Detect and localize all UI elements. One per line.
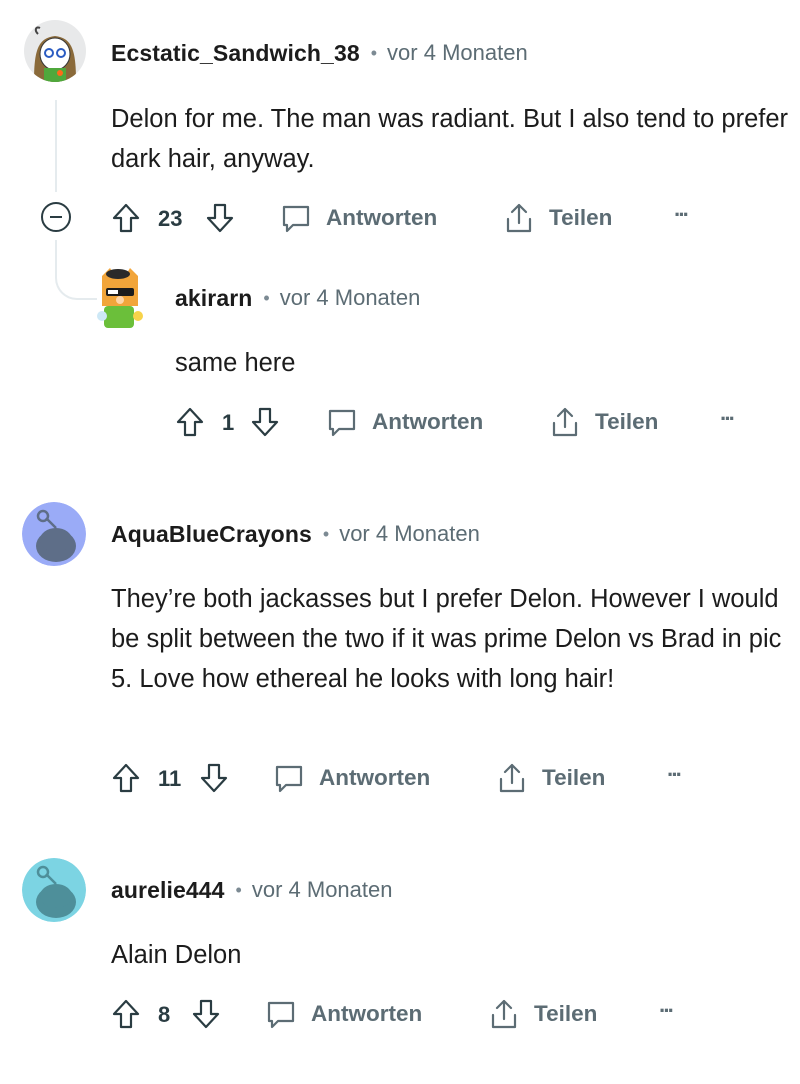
more-icon: ··· bbox=[659, 998, 675, 1023]
share-label: Teilen bbox=[542, 765, 606, 790]
upvote-button[interactable] bbox=[111, 762, 141, 794]
comment-text: They’re both jackasses but I prefer Delo… bbox=[111, 585, 782, 693]
vote-count: 1 bbox=[222, 410, 235, 435]
more-button[interactable]: ··· bbox=[720, 406, 736, 432]
downvote-icon bbox=[192, 999, 220, 1029]
reply-button[interactable]: Antworten bbox=[326, 406, 483, 438]
reply-label: Antworten bbox=[326, 205, 438, 230]
share-button[interactable]: Teilen bbox=[549, 405, 658, 439]
upvote-icon bbox=[112, 999, 140, 1029]
share-icon bbox=[552, 407, 578, 437]
timestamp[interactable]: vor 4 Monaten bbox=[280, 285, 421, 311]
more-button[interactable]: ··· bbox=[667, 762, 683, 788]
action-bar: 1 Antworten Teilen ··· bbox=[175, 402, 775, 442]
action-bar: 23 Antworten Teilen ··· bbox=[111, 198, 731, 238]
vote-count: 11 bbox=[158, 766, 182, 791]
comment-bubble-icon bbox=[275, 765, 303, 793]
timestamp[interactable]: vor 4 Monaten bbox=[387, 40, 528, 66]
comment-bubble-icon bbox=[328, 409, 356, 437]
more-icon: ··· bbox=[720, 406, 736, 431]
share-button[interactable]: Teilen bbox=[503, 201, 612, 235]
more-icon: ··· bbox=[667, 762, 683, 787]
username[interactable]: aurelie444 bbox=[111, 877, 225, 904]
username[interactable]: Ecstatic_Sandwich_38 bbox=[111, 40, 360, 67]
avatar[interactable] bbox=[24, 20, 86, 82]
more-icon: ··· bbox=[674, 202, 690, 227]
separator-dot: • bbox=[235, 879, 242, 900]
share-label: Teilen bbox=[595, 409, 659, 434]
reply-label: Antworten bbox=[319, 765, 431, 790]
reply-button[interactable]: Antworten bbox=[265, 998, 422, 1030]
thread-line bbox=[55, 100, 57, 192]
comment-text: same here bbox=[175, 349, 296, 377]
comment-bubble-icon bbox=[282, 205, 310, 233]
downvote-button[interactable] bbox=[199, 762, 229, 794]
reply-button[interactable]: Antworten bbox=[280, 202, 437, 234]
upvote-icon bbox=[112, 763, 140, 793]
upvote-button[interactable] bbox=[175, 406, 205, 438]
upvote-button[interactable] bbox=[111, 998, 141, 1030]
action-bar: 8 Antworten Teilen ··· bbox=[111, 994, 731, 1034]
upvote-icon bbox=[176, 407, 204, 437]
avatar[interactable] bbox=[94, 266, 146, 332]
timestamp[interactable]: vor 4 Monaten bbox=[339, 521, 480, 547]
separator-dot: • bbox=[322, 523, 330, 544]
vote-count: 23 bbox=[158, 206, 183, 231]
separator-dot: • bbox=[370, 42, 378, 63]
share-icon bbox=[499, 763, 525, 793]
downvote-button[interactable] bbox=[205, 202, 235, 234]
share-button[interactable]: Teilen bbox=[496, 761, 605, 795]
reply-connector bbox=[55, 240, 97, 300]
reply-button[interactable]: Antworten bbox=[273, 762, 430, 794]
downvote-icon bbox=[200, 763, 228, 793]
downvote-button[interactable] bbox=[250, 406, 280, 438]
downvote-icon bbox=[251, 407, 279, 437]
comment-meta: akirarn • vor 4 Monaten bbox=[175, 283, 420, 313]
collapse-icon bbox=[41, 202, 71, 232]
avatar[interactable] bbox=[22, 858, 86, 922]
share-icon bbox=[506, 203, 532, 233]
comment-meta: aurelie444 • vor 4 Monaten bbox=[111, 875, 392, 905]
share-label: Teilen bbox=[534, 1001, 598, 1026]
reply-label: Antworten bbox=[311, 1001, 423, 1026]
timestamp[interactable]: vor 4 Monaten bbox=[252, 877, 393, 903]
comment-text: Alain Delon bbox=[111, 941, 242, 969]
vote-count: 8 bbox=[158, 1002, 171, 1027]
separator-dot: • bbox=[263, 287, 270, 308]
username[interactable]: AquaBlueCrayons bbox=[111, 521, 312, 548]
avatar[interactable] bbox=[22, 502, 86, 566]
more-button[interactable]: ··· bbox=[674, 202, 690, 228]
action-bar: 11 Antworten Teilen ··· bbox=[111, 758, 731, 798]
collapse-button[interactable] bbox=[40, 201, 72, 233]
comment-meta: Ecstatic_Sandwich_38 • vor 4 Monaten bbox=[111, 38, 528, 68]
downvote-icon bbox=[206, 203, 234, 233]
downvote-button[interactable] bbox=[191, 998, 221, 1030]
reply-label: Antworten bbox=[372, 409, 484, 434]
share-button[interactable]: Teilen bbox=[488, 997, 597, 1031]
share-label: Teilen bbox=[549, 205, 613, 230]
share-icon bbox=[491, 999, 517, 1029]
upvote-icon bbox=[112, 203, 140, 233]
upvote-button[interactable] bbox=[111, 202, 141, 234]
comment-text: Delon for me. The man was radiant. But I… bbox=[111, 105, 789, 173]
more-button[interactable]: ··· bbox=[659, 998, 675, 1024]
comment-bubble-icon bbox=[267, 1001, 295, 1029]
username[interactable]: akirarn bbox=[175, 285, 252, 312]
comment-meta: AquaBlueCrayons • vor 4 Monaten bbox=[111, 519, 480, 549]
